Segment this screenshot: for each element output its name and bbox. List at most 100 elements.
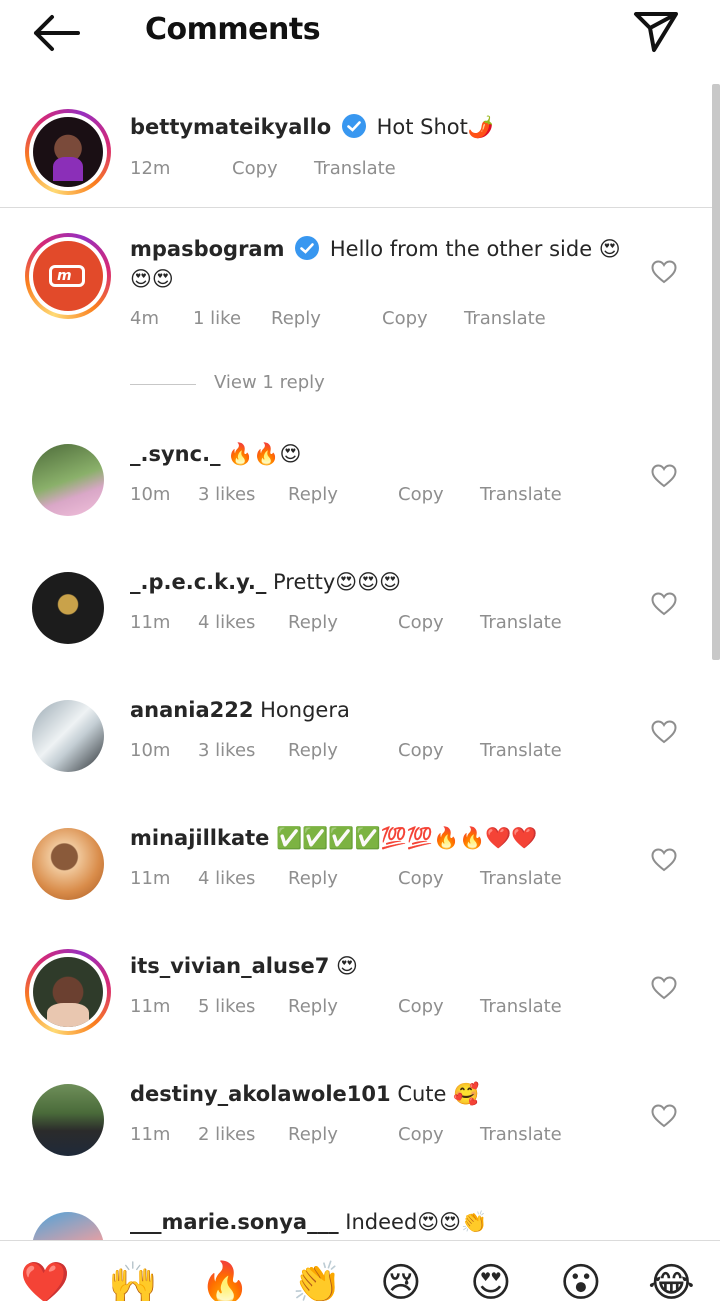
username-link[interactable]: _.sync._ (130, 442, 221, 466)
avatar[interactable] (32, 700, 104, 772)
username-link[interactable]: bettymateikyallo (130, 115, 331, 139)
timestamp: 11m (130, 1124, 171, 1145)
username-link[interactable]: _.p.e.c.k.y._ (130, 570, 266, 594)
emoji-heart-eyes-button[interactable]: 😍 (470, 1259, 512, 1301)
username-link[interactable]: anania222 (130, 698, 253, 722)
avatar[interactable] (25, 949, 111, 1035)
emoji-heart-button[interactable]: ❤️ (20, 1259, 70, 1301)
comment-text-line: mpasbogram Hello from the other side 😍😍😍 (130, 234, 630, 294)
translate-button[interactable]: Translate (480, 996, 562, 1017)
avatar[interactable] (32, 572, 104, 644)
timestamp: 11m (130, 868, 171, 889)
copy-button[interactable]: Copy (232, 158, 278, 179)
header-bar: Comments (0, 0, 720, 66)
reply-button[interactable]: Reply (288, 484, 338, 505)
like-count[interactable]: 5 likes (198, 996, 255, 1017)
comment-text-line: ___marie.sonya___ Indeed😍😍👏 (130, 1207, 630, 1237)
emoji-laughing-button[interactable]: 😂 (648, 1259, 695, 1301)
avatar[interactable] (32, 828, 104, 900)
comment-meta: 10m 3 likes Reply Copy Translate (130, 740, 650, 766)
translate-button[interactable]: Translate (464, 308, 546, 329)
heart-icon[interactable] (651, 592, 677, 616)
reply-button[interactable]: Reply (288, 612, 338, 633)
comment-text: 🔥🔥😍 (227, 442, 302, 466)
comment-text: Indeed😍😍👏 (345, 1210, 488, 1234)
view-replies-button[interactable]: View 1 reply (130, 372, 390, 398)
comment-meta: 11m 4 likes Reply Copy Translate (130, 868, 650, 894)
comment-text-line: minajillkate ✅✅✅✅💯💯🔥🔥❤️❤️ (130, 823, 630, 853)
reply-button[interactable]: Reply (288, 740, 338, 761)
reply-button[interactable]: Reply (288, 868, 338, 889)
like-count[interactable]: 3 likes (198, 740, 255, 761)
heart-icon[interactable] (651, 464, 677, 488)
paper-plane-icon[interactable] (630, 6, 682, 58)
translate-button[interactable]: Translate (314, 158, 396, 179)
caption-meta: 12m Copy Translate (130, 158, 650, 184)
comment-text-line: its_vivian_aluse7 😍 (130, 951, 630, 981)
heart-icon[interactable] (651, 976, 677, 1000)
comment-meta: 11m 5 likes Reply Copy Translate (130, 996, 650, 1022)
timestamp: 10m (130, 484, 171, 505)
reply-button[interactable]: Reply (288, 1124, 338, 1145)
reply-button[interactable]: Reply (288, 996, 338, 1017)
timestamp: 11m (130, 996, 171, 1017)
username-link[interactable]: its_vivian_aluse7 (130, 954, 329, 978)
reply-button[interactable]: Reply (271, 308, 321, 329)
post-caption: bettymateikyallo Hot Shot🌶️ 12m Copy Tra… (0, 90, 720, 208)
comment-text: Pretty😍😍😍 (273, 570, 401, 594)
copy-button[interactable]: Copy (398, 1124, 444, 1145)
emoji-surprised-button[interactable]: 😮 (560, 1259, 602, 1301)
verified-badge-icon (341, 114, 366, 138)
timestamp: 10m (130, 740, 171, 761)
username-link[interactable]: destiny_akolawole101 (130, 1082, 391, 1106)
copy-button[interactable]: Copy (398, 996, 444, 1017)
avatar[interactable] (32, 1084, 104, 1156)
timestamp: 4m (130, 308, 159, 329)
username-link[interactable]: minajillkate (130, 826, 269, 850)
comment-meta: 11m 2 likes Reply Copy Translate (130, 1124, 650, 1150)
heart-icon[interactable] (651, 848, 677, 872)
translate-button[interactable]: Translate (480, 1124, 562, 1145)
heart-icon[interactable] (651, 1104, 677, 1128)
translate-button[interactable]: Translate (480, 612, 562, 633)
scrollbar[interactable] (712, 84, 720, 660)
caption-text: Hot Shot🌶️ (376, 115, 495, 139)
comment-text-line: anania222 Hongera (130, 695, 630, 725)
translate-button[interactable]: Translate (480, 868, 562, 889)
comment-meta: 4m 1 like Reply Copy Translate (130, 308, 650, 334)
like-count[interactable]: 4 likes (198, 612, 255, 633)
username-link[interactable]: ___marie.sonya___ (130, 1210, 339, 1234)
like-count[interactable]: 2 likes (198, 1124, 255, 1145)
emoji-crying-button[interactable]: 😢 (380, 1259, 422, 1301)
heart-icon[interactable] (651, 260, 677, 284)
copy-button[interactable]: Copy (398, 740, 444, 761)
like-count[interactable]: 4 likes (198, 868, 255, 889)
like-count[interactable]: 3 likes (198, 484, 255, 505)
comment-text-line: _.p.e.c.k.y._ Pretty😍😍😍 (130, 567, 630, 597)
copy-button[interactable]: Copy (398, 612, 444, 633)
arrow-left-icon[interactable] (30, 12, 82, 54)
comment-text: Hongera (260, 698, 350, 722)
caption-text-line: bettymateikyallo Hot Shot🌶️ (130, 112, 630, 142)
translate-button[interactable]: Translate (480, 740, 562, 761)
heart-icon[interactable] (651, 720, 677, 744)
emoji-clap-button[interactable]: 👏 (292, 1259, 342, 1301)
timestamp: 12m (130, 158, 171, 179)
comment-text: 😍 (336, 954, 358, 978)
copy-button[interactable]: Copy (398, 868, 444, 889)
verified-badge-icon (295, 236, 320, 260)
copy-button[interactable]: Copy (382, 308, 428, 329)
avatar[interactable] (25, 109, 111, 195)
comment-text: Cute 🥰 (397, 1082, 480, 1106)
copy-button[interactable]: Copy (398, 484, 444, 505)
emoji-raised-hands-button[interactable]: 🙌 (108, 1259, 158, 1301)
like-count[interactable]: 1 like (193, 308, 241, 329)
avatar[interactable]: m (25, 233, 111, 319)
username-link[interactable]: mpasbogram (130, 237, 285, 261)
emoji-fire-button[interactable]: 🔥 (200, 1259, 250, 1301)
avatar[interactable] (32, 444, 104, 516)
emoji-quick-reactions: ❤️ 🙌 🔥 👏 😢 😍 😮 😂 (0, 1240, 720, 1301)
translate-button[interactable]: Translate (480, 484, 562, 505)
comment-text-line: _.sync._ 🔥🔥😍 (130, 439, 630, 469)
comment-meta: 10m 3 likes Reply Copy Translate (130, 484, 650, 510)
